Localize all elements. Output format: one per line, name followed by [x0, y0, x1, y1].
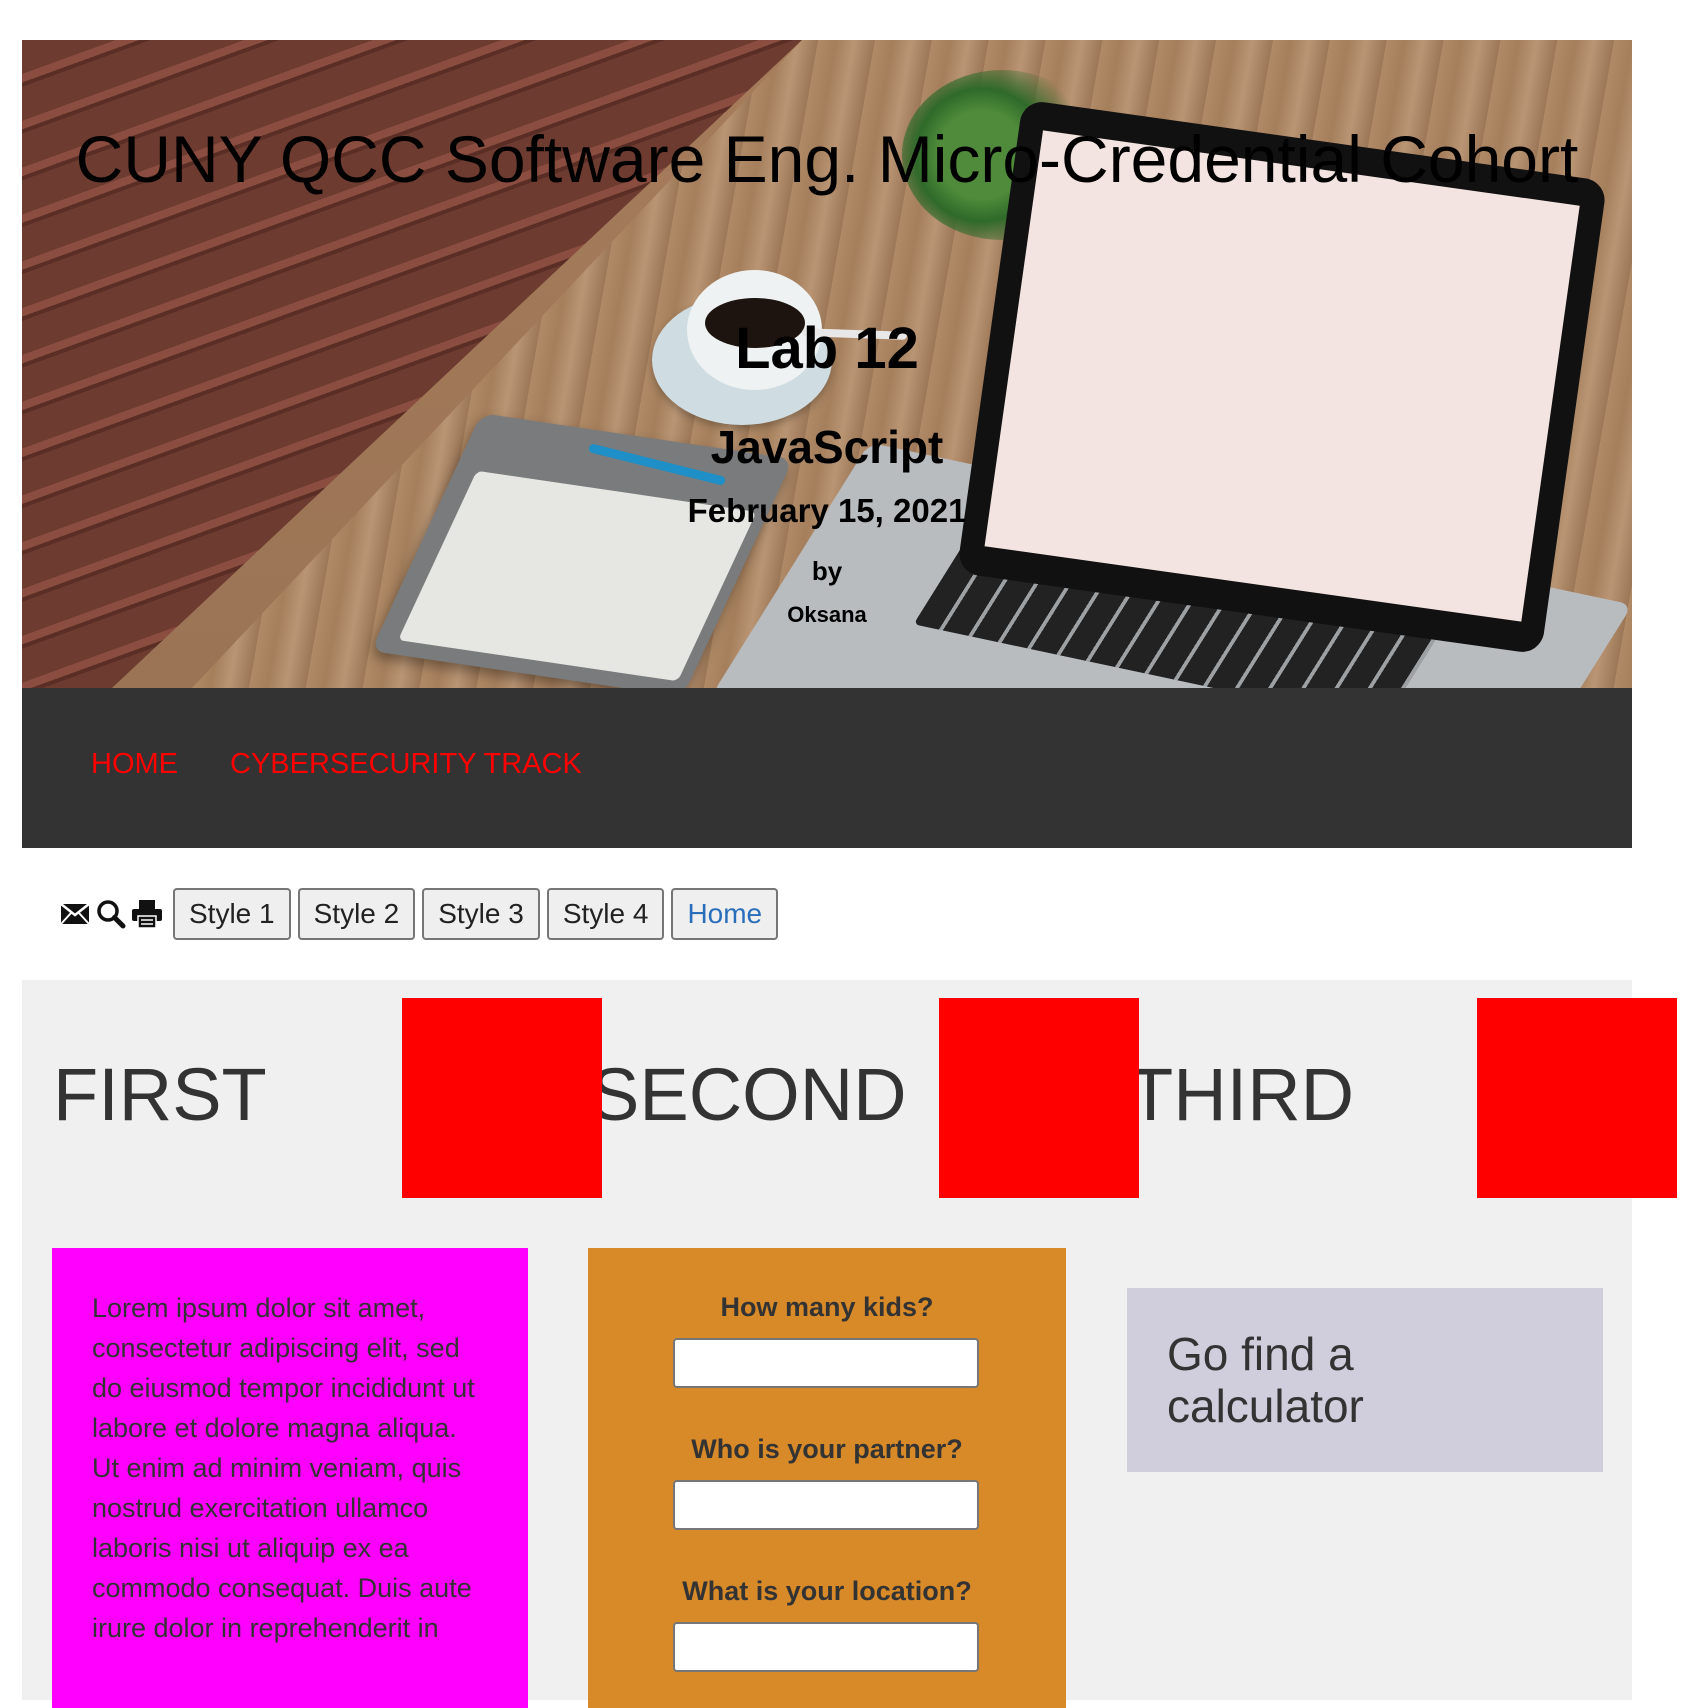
nav-bar: HOME CYBERSECURITY TRACK	[22, 688, 1632, 848]
style-2-button[interactable]: Style 2	[297, 888, 416, 940]
by-text: by	[811, 556, 843, 586]
envelope-icon[interactable]	[58, 897, 92, 931]
page-title: CUNY QCC Software Eng. Micro-Credential …	[75, 122, 1579, 196]
lorem-card: Lorem ipsum dolor sit amet, consectetur …	[52, 1248, 528, 1708]
location-label: What is your location?	[682, 1576, 972, 1606]
column-title-first: FIRST	[53, 1053, 267, 1136]
print-icon[interactable]	[130, 897, 164, 931]
kids-label: How many kids?	[720, 1292, 934, 1322]
home-button[interactable]: Home	[671, 888, 779, 940]
location-input[interactable]	[673, 1622, 979, 1672]
calculator-text: Go find a calculator	[1167, 1328, 1364, 1432]
red-square-first	[402, 998, 602, 1198]
column-title-second: SECOND	[590, 1053, 907, 1136]
style-4-button[interactable]: Style 4	[546, 888, 665, 940]
column-title-third: THIRD	[1128, 1053, 1355, 1136]
partner-label: Who is your partner?	[691, 1434, 963, 1464]
red-square-third	[1477, 998, 1677, 1198]
form-card: How many kids? Who is your partner? What…	[588, 1248, 1066, 1708]
toolbar: Style 1 Style 2 Style 3 Style 4 Home	[58, 888, 779, 940]
style-3-button[interactable]: Style 3	[422, 888, 540, 940]
nav-home-link[interactable]: HOME	[91, 748, 178, 781]
date-text: February 15, 2021	[687, 492, 967, 529]
lorem-text: Lorem ipsum dolor sit amet, consectetur …	[92, 1293, 475, 1643]
author-text: Oksana	[787, 602, 867, 627]
search-icon[interactable]	[94, 897, 128, 931]
subject-title: JavaScript	[710, 421, 944, 473]
kids-input[interactable]	[673, 1338, 979, 1388]
red-square-second	[939, 998, 1139, 1198]
calculator-card: Go find a calculator	[1127, 1288, 1603, 1472]
nav-cybersecurity-link[interactable]: CYBERSECURITY TRACK	[230, 748, 582, 781]
lab-title: Lab 12	[735, 316, 919, 381]
style-1-button[interactable]: Style 1	[173, 888, 291, 940]
partner-input[interactable]	[673, 1480, 979, 1530]
